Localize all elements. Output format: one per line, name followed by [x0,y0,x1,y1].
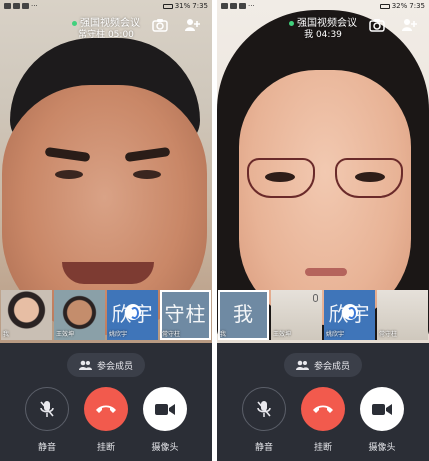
camera-switch-icon[interactable] [369,17,385,32]
hangup-control: 挂断 [82,387,130,453]
status-icons-right: 32% 7:35 [379,2,425,10]
glasses-lens [247,158,315,198]
camera-button[interactable] [143,387,187,431]
members-label: 参会成员 [96,361,134,372]
active-dot [72,20,77,26]
group-icon [78,360,92,370]
notification-icon [22,3,29,9]
call-controls: 参会成员 静音 挂断 摄像头 [217,343,429,461]
status-bar: ··· 32% 7:35 [217,0,429,12]
main-video[interactable]: ··· 31% 7:35 强国视频会议 常守柱 05:00 我 王效坤 欣宇 [0,0,212,343]
mic-icon [313,294,318,302]
avatar-initials: 我 [233,302,254,326]
wifi-icon [230,3,237,9]
participant-name: 常守柱 [379,331,398,338]
participant-name: 我 [220,331,227,338]
battery-icon [379,3,390,9]
hangup-control: 挂断 [299,387,347,453]
notification-icon [239,3,246,9]
participant-name: 姚欣宇 [109,331,128,338]
battery-percent: 32% [391,2,408,10]
signal-icon [221,3,228,9]
battery-icon [162,3,173,9]
speaker-timer: 我 04:39 [304,30,342,40]
phone-hangup-icon [96,405,116,413]
participant-thumb[interactable]: 王效坤 [54,290,105,340]
status-bar: ··· 31% 7:35 [0,0,212,12]
main-video[interactable]: ··· 32% 7:35 强国视频会议 我 04:39 我 我 王效坤 姚欣宇 … [217,0,429,343]
signal-icon [4,3,11,9]
participant-thumb[interactable]: 欣宇 姚欣宇 [324,290,375,340]
camera-switch-icon[interactable] [152,17,168,32]
video-camera-icon [372,403,392,415]
participant-thumb[interactable]: 王效坤 [271,290,322,340]
members-label: 参会成员 [313,361,351,372]
clock: 7:35 [192,2,208,10]
status-icons-left: ··· [4,2,38,10]
mute-control: 静音 [23,387,71,453]
mute-button[interactable] [25,387,69,431]
members-button[interactable]: 参会成员 [66,353,146,377]
status-icons-right: 31% 7:35 [162,2,208,10]
mute-button[interactable] [242,387,286,431]
participant-name: 常守柱 [162,331,181,338]
add-user-icon[interactable] [401,17,417,31]
status-icons-left: ··· [221,2,255,10]
participant-name: 王效坤 [273,331,292,338]
video-person-mouth [62,262,154,284]
glasses-lens [335,158,403,198]
camera-control: 摄像头 [358,387,406,453]
hangup-button[interactable] [84,387,128,431]
participant-strip: 我 王效坤 欣宇 姚欣宇 守柱 常守柱 [0,290,212,340]
video-person-eye [133,170,161,179]
add-user-icon[interactable] [184,17,200,31]
left-phone-screen: ··· 31% 7:35 强国视频会议 常守柱 05:00 我 王效坤 欣宇 [0,0,212,461]
video-camera-icon [155,403,175,415]
camera-label: 摄像头 [151,443,179,453]
speaker-timer: 常守柱 05:00 [78,30,134,40]
participant-thumb[interactable]: 我 [1,290,52,340]
participant-thumb[interactable]: 常守柱 [377,290,428,340]
participant-thumb-selected[interactable]: 我 我 [218,290,269,340]
avatar-initials: 守柱 [164,302,207,326]
call-controls: 参会成员 静音 挂断 摄像头 [0,343,212,461]
participant-thumb[interactable]: 欣宇 姚欣宇 [107,290,158,340]
phone-hangup-icon [313,405,333,413]
clock: 7:35 [409,2,425,10]
speaking-icon [342,304,358,320]
participant-thumb-selected[interactable]: 守柱 常守柱 [160,290,211,340]
right-phone-screen: ··· 32% 7:35 强国视频会议 我 04:39 我 我 王效坤 姚欣宇 … [217,0,429,461]
camera-control: 摄像头 [141,387,189,453]
participant-name: 姚欣宇 [326,331,345,338]
hangup-button[interactable] [301,387,345,431]
group-icon [295,360,309,370]
mic-off-icon [40,401,54,417]
mute-label: 静音 [254,443,273,453]
hangup-label: 挂断 [313,443,332,453]
battery-percent: 31% [174,2,191,10]
participant-name: 我 [3,331,10,338]
mute-control: 静音 [240,387,288,453]
more-notifications-icon: ··· [31,2,38,10]
mute-label: 静音 [37,443,56,453]
participant-strip: 我 我 王效坤 欣宇 姚欣宇 常守柱 [217,290,429,340]
more-notifications-icon: ··· [248,2,255,10]
video-person-mouth [305,268,347,276]
video-person-face [239,70,411,325]
wifi-icon [13,3,20,9]
speaking-icon [125,304,141,320]
participant-name: 王效坤 [56,331,75,338]
camera-label: 摄像头 [368,443,396,453]
active-dot [289,20,294,26]
mic-off-icon [257,401,271,417]
hangup-label: 挂断 [96,443,115,453]
members-button[interactable]: 参会成员 [283,353,363,377]
video-person-eye [55,170,83,179]
camera-button[interactable] [360,387,404,431]
